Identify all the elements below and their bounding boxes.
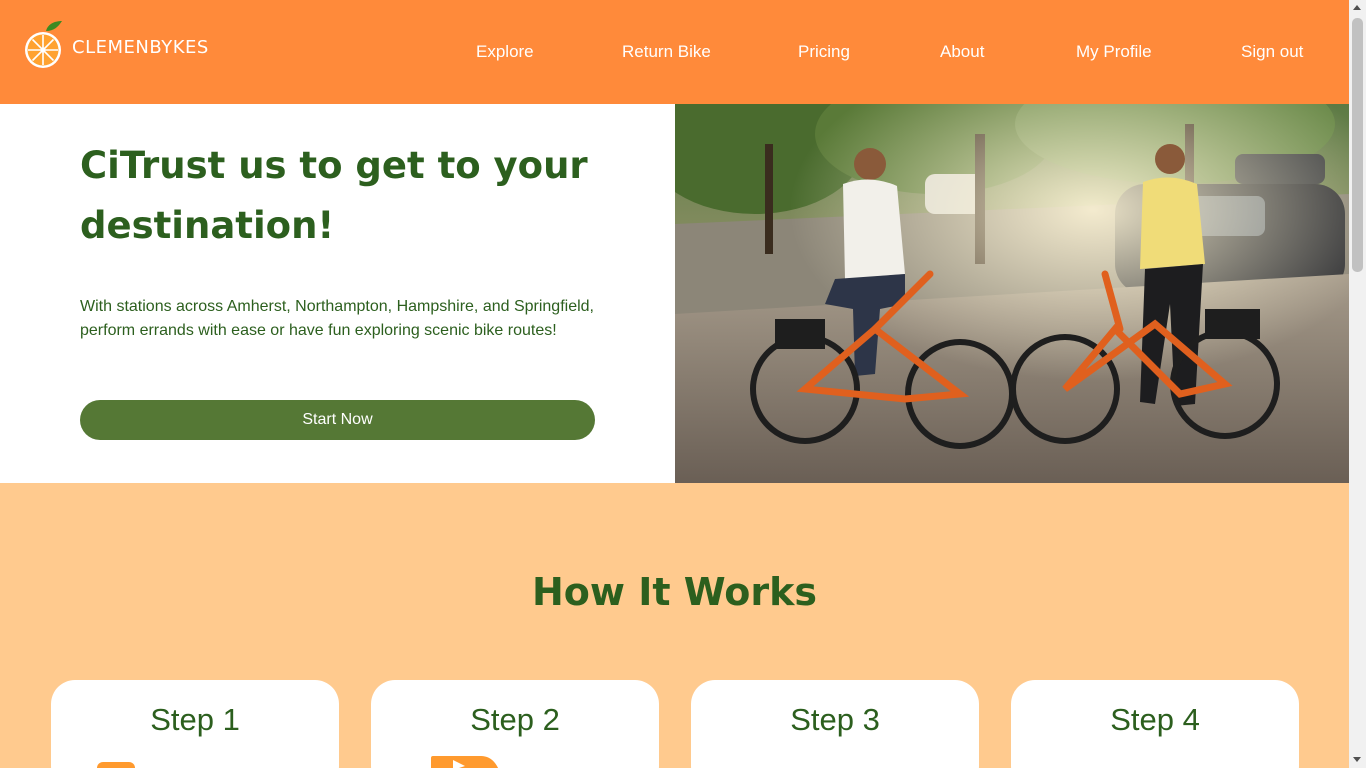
phone-icon [97, 762, 135, 768]
nav-return-bike[interactable]: Return Bike [622, 42, 711, 62]
hero-title: CiTrust us to get to your destination! [80, 144, 588, 247]
step-card: Step 3 [691, 680, 979, 768]
page-scrollbar[interactable] [1349, 0, 1366, 768]
navbar: CLEMENBYKES Explore Return Bike Pricing … [0, 0, 1349, 104]
nav-pricing[interactable]: Pricing [798, 42, 850, 62]
step-title: Step 2 [470, 702, 560, 737]
step-card: Step 1 [51, 680, 339, 768]
step-title: Step 4 [1110, 702, 1200, 737]
nav-explore[interactable]: Explore [476, 42, 534, 62]
hero-description: With stations across Amherst, Northampto… [80, 298, 594, 339]
scrollbar-thumb[interactable] [1352, 18, 1363, 272]
how-it-works-title: How It Works [531, 570, 818, 614]
scroll-up-icon[interactable] [1353, 5, 1361, 10]
nav-my-profile[interactable]: My Profile [1076, 42, 1152, 62]
brand-name: CLEMENBYKES [72, 36, 209, 58]
nav-sign-out[interactable]: Sign out [1241, 42, 1303, 62]
brand-logo[interactable]: CLEMENBYKES [24, 19, 209, 76]
step-title: Step 3 [790, 702, 880, 737]
hero-photo [675, 104, 1349, 483]
step-title: Step 1 [150, 702, 240, 737]
nav-about[interactable]: About [940, 42, 984, 62]
scroll-down-icon[interactable] [1353, 757, 1361, 762]
play-icon [431, 756, 501, 768]
orange-logo-icon [24, 19, 64, 76]
step-card: Step 4 [1011, 680, 1299, 768]
start-now-button[interactable]: Start Now [80, 400, 595, 440]
step-card: Step 2 [371, 680, 659, 768]
